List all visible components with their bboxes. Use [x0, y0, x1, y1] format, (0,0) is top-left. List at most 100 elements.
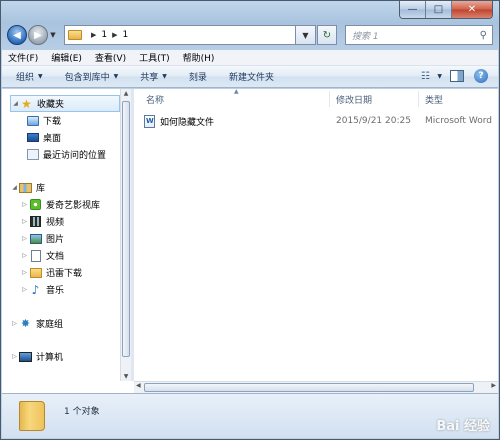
view-controls: ☷ ▼ ? [415, 69, 488, 83]
nav-thunder[interactable]: ▷ 迅雷下载 [20, 264, 82, 281]
chevron-right-icon[interactable]: ▶ [112, 31, 117, 39]
share-button[interactable]: 共享 ▼ [140, 70, 167, 83]
file-modified: 2015/9/21 20:25 [336, 116, 411, 126]
details-pane: 1 个对象 Bai 经验 [2, 393, 498, 438]
desktop-icon [26, 133, 39, 142]
collapse-arrow-icon[interactable]: ◢ [11, 100, 20, 107]
nav-libraries[interactable]: ◢ 库 [10, 179, 45, 196]
nav-scrollbar[interactable]: ▲ ▼ [120, 89, 131, 381]
nav-documents-label: 文档 [46, 252, 65, 262]
expand-arrow-icon[interactable]: ▷ [10, 320, 19, 327]
expand-arrow-icon[interactable]: ▷ [20, 218, 29, 225]
scroll-up-icon[interactable]: ▲ [122, 90, 130, 97]
nav-homegroup-label: 家庭组 [36, 320, 64, 330]
column-divider[interactable] [418, 91, 419, 107]
folder-icon [19, 401, 45, 431]
breadcrumb-item[interactable]: 1 [123, 30, 129, 40]
word-document-icon [144, 114, 155, 128]
expand-arrow-icon[interactable]: ▷ [20, 201, 29, 208]
nav-desktop-label: 桌面 [43, 134, 62, 144]
chevron-right-icon[interactable]: ▶ [91, 31, 96, 39]
refresh-button[interactable]: ↻ [317, 25, 337, 45]
nav-computer[interactable]: ▷ 计算机 [10, 348, 63, 365]
burn-button[interactable]: 刻录 [189, 70, 207, 83]
nav-pictures-label: 图片 [46, 235, 65, 245]
column-modified[interactable]: 修改日期 [336, 93, 372, 106]
view-options-icon[interactable]: ☷ [415, 69, 435, 83]
nav-music-label: 音乐 [46, 286, 65, 296]
expand-arrow-icon[interactable]: ▷ [20, 235, 29, 242]
expand-arrow-icon[interactable]: ▷ [20, 286, 29, 293]
menu-help[interactable]: 帮助(H) [183, 51, 215, 64]
back-arrow-icon: ◀ [13, 29, 21, 41]
nav-homegroup[interactable]: ▷ ✸ 家庭组 [10, 315, 63, 332]
watermark: Bai 经验 [436, 419, 490, 434]
collapse-arrow-icon[interactable]: ◢ [10, 184, 19, 191]
preview-pane-icon[interactable] [450, 70, 464, 82]
forward-button[interactable]: ▶ [28, 25, 48, 45]
search-icon[interactable]: ⚲ [480, 30, 487, 41]
nav-downloads-label: 下载 [43, 117, 62, 127]
minimize-button[interactable]: — [400, 1, 426, 18]
address-dropdown-button[interactable]: ▼ [296, 25, 316, 45]
scroll-right-icon[interactable]: ▶ [491, 382, 496, 389]
share-label: 共享 [140, 73, 159, 83]
video-library-icon [30, 216, 41, 227]
maximize-button[interactable]: □ [426, 1, 452, 18]
column-divider[interactable] [329, 91, 330, 107]
scroll-left-icon[interactable]: ◀ [136, 382, 141, 389]
menu-bar: 文件(F) 编辑(E) 查看(V) 工具(T) 帮助(H) [2, 50, 498, 66]
homegroup-icon: ✸ [20, 317, 31, 330]
menu-view[interactable]: 查看(V) [95, 51, 126, 64]
nav-scroll-thumb[interactable] [122, 101, 130, 357]
horizontal-scrollbar[interactable]: ◀ ▶ [134, 381, 498, 393]
scroll-down-icon[interactable]: ▼ [122, 373, 130, 380]
forward-arrow-icon: ▶ [34, 29, 42, 41]
documents-library-icon [30, 249, 41, 262]
file-list: ▲ 名称 修改日期 类型 如何隐藏文件 2015/9/21 20:25 Micr… [134, 89, 498, 381]
explorer-window: — □ ✕ ◀ ▶ ▼ ▶ 1 ▶ 1 ▼ ↻ 搜索 1 ⚲ 文件(F) 编辑(… [0, 0, 500, 440]
nav-videos[interactable]: ▷ 视频 [20, 213, 64, 230]
column-header: ▲ 名称 修改日期 类型 [134, 89, 498, 109]
item-count: 1 个对象 [64, 406, 100, 417]
help-icon[interactable]: ? [474, 69, 488, 83]
search-input[interactable]: 搜索 1 ⚲ [345, 25, 493, 45]
nav-favorites[interactable]: ◢ ★ 收藏夹 [10, 95, 120, 112]
nav-recent[interactable]: 最近访问的位置 [26, 146, 106, 163]
menu-file[interactable]: 文件(F) [8, 51, 38, 64]
library-icon [19, 182, 32, 193]
nav-music[interactable]: ▷ ♪ 音乐 [20, 281, 64, 298]
address-bar[interactable]: ▶ 1 ▶ 1 [64, 25, 296, 45]
nav-pane-footer [2, 381, 134, 393]
nav-documents[interactable]: ▷ 文档 [20, 247, 64, 264]
chevron-down-icon[interactable]: ▼ [437, 73, 442, 80]
computer-icon [19, 351, 32, 362]
back-button[interactable]: ◀ [7, 25, 27, 45]
nav-iqiyi-label: 爱奇艺影视库 [46, 201, 101, 211]
close-button[interactable]: ✕ [452, 1, 492, 18]
nav-iqiyi[interactable]: ▷ 爱奇艺影视库 [20, 196, 100, 213]
expand-arrow-icon[interactable]: ▷ [10, 353, 19, 360]
organize-button[interactable]: 组织 ▼ [16, 70, 43, 83]
recent-pages-dropdown[interactable]: ▼ [48, 31, 58, 39]
breadcrumb-item[interactable]: 1 [101, 30, 107, 40]
menu-tools[interactable]: 工具(T) [139, 51, 170, 64]
expand-arrow-icon[interactable]: ▷ [20, 269, 29, 276]
nav-downloads[interactable]: 下载 [26, 112, 61, 129]
expand-arrow-icon[interactable]: ▷ [20, 252, 29, 259]
thunder-download-icon [29, 267, 42, 278]
nav-desktop[interactable]: 桌面 [26, 129, 61, 146]
new-folder-button[interactable]: 新建文件夹 [229, 70, 274, 83]
menu-edit[interactable]: 编辑(E) [51, 51, 82, 64]
column-type[interactable]: 类型 [425, 93, 443, 106]
nav-pictures[interactable]: ▷ 图片 [20, 230, 64, 247]
chevron-down-icon: ▼ [38, 73, 43, 80]
file-row[interactable]: 如何隐藏文件 2015/9/21 20:25 Microsoft Word [144, 113, 498, 129]
nav-libraries-label: 库 [36, 184, 46, 194]
sort-up-icon: ▲ [234, 89, 239, 95]
command-bar: 组织 ▼ 包含到库中 ▼ 共享 ▼ 刻录 新建文件夹 ☷ ▼ ? [2, 66, 498, 88]
folder-icon [68, 30, 82, 40]
column-name[interactable]: 名称 [146, 93, 164, 106]
horizontal-scroll-thumb[interactable] [144, 383, 474, 392]
include-in-library-button[interactable]: 包含到库中 ▼ [65, 70, 119, 83]
